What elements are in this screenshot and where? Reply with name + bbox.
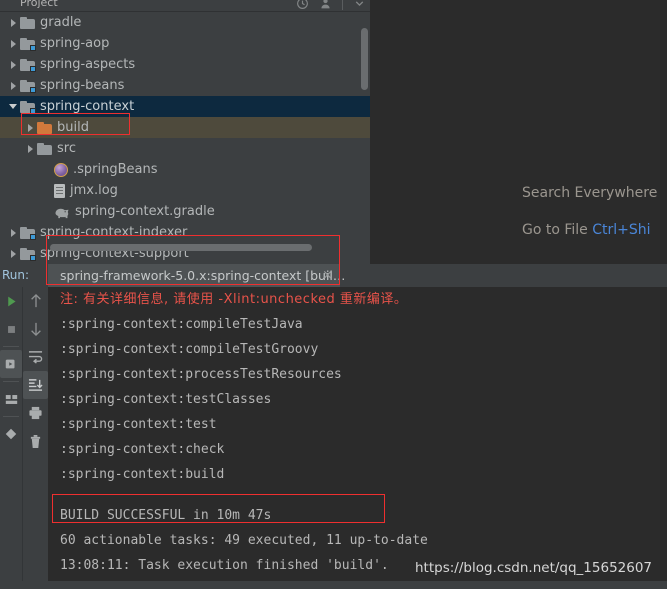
tree-item-label: build xyxy=(57,120,89,135)
hint-row-go-to-file: Go to File Ctrl+Shi xyxy=(370,212,667,249)
run-action-rail-primary xyxy=(0,287,22,589)
expand-arrow-icon[interactable] xyxy=(6,222,20,243)
trash-icon[interactable] xyxy=(23,427,48,455)
hint-label-go-to-file: Go to File xyxy=(522,222,588,238)
person-icon[interactable] xyxy=(319,0,332,10)
project-tree-horizontal-scrollbar[interactable] xyxy=(50,244,312,251)
orange-folder-icon xyxy=(37,121,52,134)
console-line: 60 actionable tasks: 49 executed, 11 up-… xyxy=(60,533,428,548)
run-configuration-tab[interactable]: spring-framework-5.0.x:spring-context [b… xyxy=(48,264,345,287)
folder-icon xyxy=(37,142,52,155)
tree-item-spring-context[interactable]: spring-context xyxy=(0,96,370,117)
clock-icon[interactable] xyxy=(296,0,309,10)
tree-item-spring-aspects[interactable]: spring-aspects xyxy=(0,54,370,75)
console-line: BUILD SUCCESSFUL in 10m 47s xyxy=(60,508,272,523)
project-toolwindow-header: Project xyxy=(0,0,370,12)
pin-icon[interactable] xyxy=(0,420,22,448)
log-file-icon xyxy=(54,183,65,198)
run-console-rail xyxy=(22,287,48,589)
run-tool-window: Run: spring-framework-5.0.x:spring-conte… xyxy=(0,264,667,589)
console-line: :spring-context:test xyxy=(60,417,217,432)
stop-icon[interactable] xyxy=(0,315,22,343)
rerun-failed-icon[interactable] xyxy=(0,350,22,378)
module-folder-icon xyxy=(20,58,36,72)
rail-divider-2 xyxy=(3,381,19,382)
tree-item--springbeans[interactable]: .springBeans xyxy=(0,159,370,180)
project-toolwindow-actions xyxy=(296,0,366,10)
rail-divider-3 xyxy=(3,416,19,417)
console-line: :spring-context:build xyxy=(60,467,225,482)
project-tree-rows: gradle spring-aop spring-aspects spring-bea… xyxy=(0,12,370,264)
arrow-down-icon[interactable] xyxy=(23,315,48,343)
status-bar xyxy=(0,581,667,589)
tree-item-spring-context-gradle[interactable]: spring-context.gradle xyxy=(0,201,370,222)
print-icon[interactable] xyxy=(23,399,48,427)
console-lines: 注: 有关详细信息, 请使用 -Xlint:unchecked 重新编译。 :sp… xyxy=(48,287,667,578)
tree-item-build[interactable]: build xyxy=(0,117,370,138)
tree-item-label: spring-beans xyxy=(40,78,125,93)
project-tree[interactable]: gradle spring-aop spring-aspects spring-bea… xyxy=(0,12,370,264)
expand-arrow-icon[interactable] xyxy=(6,75,20,96)
tree-item-label: spring-context-indexer xyxy=(40,225,188,240)
tree-item-spring-beans[interactable]: spring-beans xyxy=(0,75,370,96)
run-icon[interactable] xyxy=(0,287,22,315)
expand-arrow-icon[interactable] xyxy=(6,33,20,54)
expand-arrow-icon[interactable] xyxy=(6,243,20,264)
console-line: :spring-context:check xyxy=(60,442,225,457)
soft-wrap-icon[interactable] xyxy=(23,343,48,371)
ide-window: Search Everywhere Go to File Ctrl+Shi Pr… xyxy=(0,0,667,589)
hint-key-go-to-file: Ctrl+Shi xyxy=(592,222,651,238)
gradle-file-icon xyxy=(54,205,70,219)
folder-icon xyxy=(20,16,35,29)
collapse-arrow-icon[interactable] xyxy=(6,96,20,117)
tree-item-gradle[interactable]: gradle xyxy=(0,12,370,33)
tree-item-spring-context-indexer[interactable]: spring-context-indexer xyxy=(0,222,370,243)
close-icon[interactable]: × xyxy=(322,268,333,283)
tree-item-label: .springBeans xyxy=(73,162,158,177)
console-line: :spring-context:testClasses xyxy=(60,392,272,407)
scroll-to-end-icon[interactable] xyxy=(23,371,48,399)
module-folder-icon xyxy=(20,79,36,93)
tree-item-src[interactable]: src xyxy=(0,138,370,159)
tree-item-label: jmx.log xyxy=(70,183,118,198)
run-tool-window-header: Run: spring-framework-5.0.x:spring-conte… xyxy=(0,264,667,287)
console-line: :spring-context:compileTestGroovy xyxy=(60,342,319,357)
module-folder-icon xyxy=(20,226,36,240)
console-line: 注: 有关详细信息, 请使用 -Xlint:unchecked 重新编译。 xyxy=(60,292,408,307)
expand-arrow-icon[interactable] xyxy=(23,138,37,159)
tree-item-label: spring-context xyxy=(40,99,135,114)
tree-item-label: spring-context.gradle xyxy=(75,204,215,219)
tree-item-label: src xyxy=(57,141,76,156)
module-folder-icon xyxy=(20,100,36,114)
tree-item-jmx-log[interactable]: jmx.log xyxy=(0,180,370,201)
run-toolwindow-label: Run: xyxy=(2,268,30,282)
toolbar-divider xyxy=(342,0,343,10)
console-line: :spring-context:processTestResources xyxy=(60,367,342,382)
project-toolwindow-title: Project xyxy=(20,0,58,9)
hint-label-search-everywhere: Search Everywhere xyxy=(522,185,658,201)
module-folder-icon xyxy=(20,37,36,51)
watermark-url: https://blog.csdn.net/qq_15652607 xyxy=(415,560,653,576)
expand-arrow-icon[interactable] xyxy=(23,117,37,138)
chevron-down-icon[interactable] xyxy=(353,0,366,10)
expand-arrow-icon[interactable] xyxy=(6,54,20,75)
module-folder-icon xyxy=(20,247,36,261)
tree-item-label: spring-aop xyxy=(40,36,110,51)
spring-bean-icon xyxy=(54,162,68,177)
tree-item-label: gradle xyxy=(40,15,82,30)
run-console-output[interactable]: 注: 有关详细信息, 请使用 -Xlint:unchecked 重新编译。 :sp… xyxy=(48,287,667,589)
rail-divider-1 xyxy=(3,346,19,347)
editor-shortcut-hints: Search Everywhere Go to File Ctrl+Shi xyxy=(370,175,667,249)
arrow-up-icon[interactable] xyxy=(23,287,48,315)
run-tab-title: spring-framework-5.0.x:spring-context [b… xyxy=(60,268,346,283)
layout-icon[interactable] xyxy=(0,385,22,413)
tree-item-label: spring-aspects xyxy=(40,57,136,72)
hint-row-search-everywhere: Search Everywhere xyxy=(370,175,667,212)
console-line: :spring-context:compileTestJava xyxy=(60,317,303,332)
expand-arrow-icon[interactable] xyxy=(6,12,20,33)
tree-item-spring-aop[interactable]: spring-aop xyxy=(0,33,370,54)
project-tree-vertical-scrollbar[interactable] xyxy=(361,28,368,90)
